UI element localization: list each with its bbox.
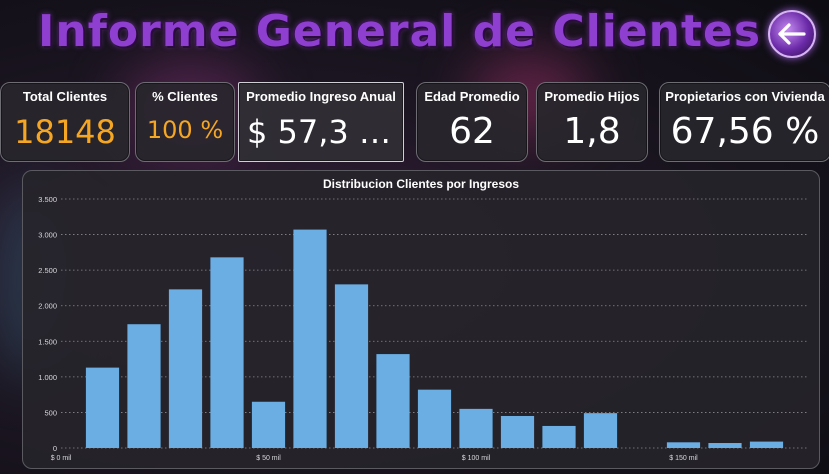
histogram-bar xyxy=(500,415,535,448)
histogram-bar xyxy=(334,284,369,448)
histogram-bar xyxy=(376,354,410,448)
y-tick-label: 3.500 xyxy=(38,195,57,204)
kpi-label: Edad Promedio xyxy=(424,89,520,104)
histogram-bar xyxy=(251,401,286,448)
histogram-bar xyxy=(85,367,120,448)
kpi-label: % Clientes xyxy=(152,89,218,104)
kpi-value: 100 % xyxy=(146,116,224,144)
kpi-promedio-hijos[interactable]: Promedio Hijos 1,8 xyxy=(536,82,648,162)
y-tick-label: 3.000 xyxy=(38,231,57,240)
kpi-label: Propietarios con Vivienda xyxy=(665,89,825,104)
x-tick-label: $ 150 mil xyxy=(669,455,698,462)
histogram-bar xyxy=(127,324,161,448)
kpi-value: 18148 xyxy=(14,113,116,151)
histogram-bar xyxy=(749,441,784,448)
kpi-edad-promedio[interactable]: Edad Promedio 62 xyxy=(416,82,528,162)
y-tick-label: 0 xyxy=(53,444,57,453)
kpi-label: Promedio Hijos xyxy=(544,89,640,104)
histogram-bar xyxy=(459,408,493,448)
histogram-bar xyxy=(583,413,618,448)
kpi-value: 1,8 xyxy=(563,111,621,152)
chart-plot: 0 500 1.000 1.500 2.000 2.500 3.000 3.500 $ 0 mi… xyxy=(38,195,808,462)
kpi-total-clientes[interactable]: Total Clientes 18148 xyxy=(0,82,130,162)
kpi-label: Total Clientes xyxy=(22,89,108,104)
histogram-bar xyxy=(210,257,244,448)
x-tick-label: $ 100 mil xyxy=(462,455,491,462)
kpi-value: 62 xyxy=(449,111,495,152)
x-tick-label: $ 0 mil xyxy=(51,455,72,462)
kpi-porcentaje-clientes[interactable]: % Clientes 100 % xyxy=(135,82,235,162)
y-tick-label: 1.500 xyxy=(38,337,57,346)
kpi-value: 67,56 % xyxy=(670,111,820,152)
histogram-bar xyxy=(542,425,576,448)
histogram-bar xyxy=(666,442,701,448)
histogram-bar xyxy=(168,289,203,448)
y-tick-label: 1.000 xyxy=(38,373,57,382)
y-tick-label: 2.500 xyxy=(38,266,57,275)
income-distribution-chart[interactable]: Distribucion Clientes por Ingresos 0 500 1… xyxy=(22,170,820,469)
kpi-propietarios-vivienda[interactable]: Propietarios con Vivienda 67,56 % xyxy=(659,82,829,162)
histogram-bar xyxy=(293,229,327,448)
kpi-promedio-ingreso-anual[interactable]: Promedio Ingreso Anual $ 57,3 … xyxy=(238,82,404,162)
histogram-bar xyxy=(417,389,452,448)
back-arrow-icon xyxy=(778,23,806,45)
page-title: Informe General de Clientes xyxy=(38,6,762,57)
y-tick-label: 2.000 xyxy=(38,302,57,311)
y-tick-label: 500 xyxy=(44,408,57,417)
kpi-label: Promedio Ingreso Anual xyxy=(246,89,396,104)
back-button[interactable] xyxy=(768,10,816,58)
histogram-bar xyxy=(708,443,742,448)
x-tick-label: $ 50 mil xyxy=(256,455,281,462)
kpi-value: $ 57,3 … xyxy=(247,113,391,151)
